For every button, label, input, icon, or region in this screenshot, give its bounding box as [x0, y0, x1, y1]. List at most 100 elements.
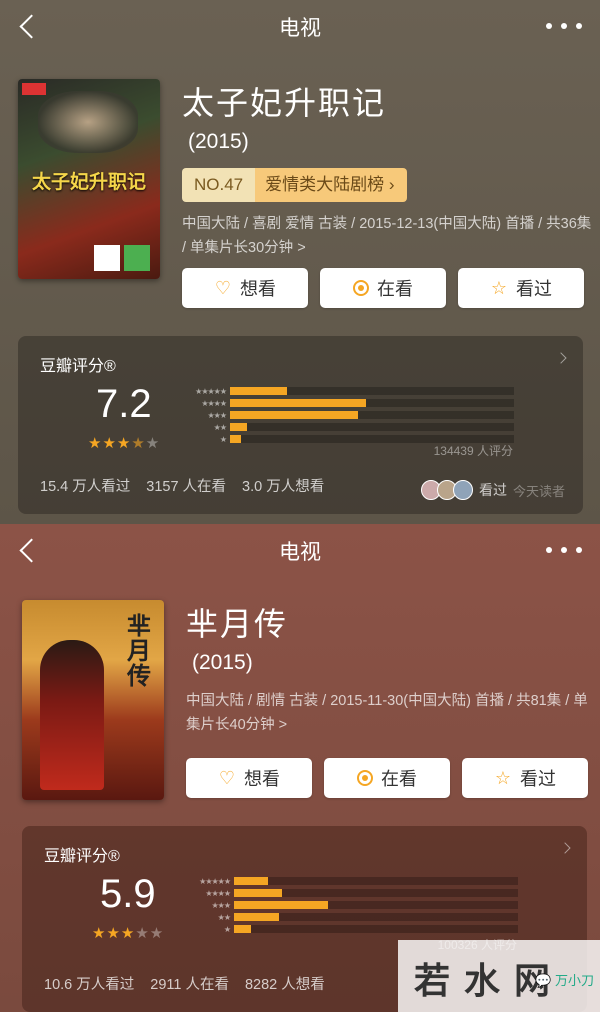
star-level-icon: ★★★★★: [195, 386, 227, 396]
bar-track: [230, 423, 514, 431]
poster-image[interactable]: 芈月传: [22, 600, 164, 800]
show-title: 芈月传: [186, 606, 289, 642]
watching-label: 在看: [377, 279, 413, 299]
rating-bar-3-star: ★★★: [182, 900, 518, 910]
watermark-logo: 💬 万小刀: [535, 973, 594, 988]
nav-title: 电视: [279, 17, 321, 40]
watched-label: 看过: [516, 279, 552, 299]
show-title: 太子妃升职记: [182, 85, 387, 121]
rating-distribution: ★★★★★ ★★★★ ★★★ ★★ ★: [178, 386, 514, 446]
rating-bar-5-star: ★★★★★: [182, 876, 518, 886]
bar-fill: [230, 387, 287, 395]
friends-label: 看过: [478, 482, 507, 498]
avatar: [452, 480, 473, 500]
target-icon: [353, 280, 369, 296]
show-meta[interactable]: 中国大陆 / 喜剧 爱情 古装 / 2015-12-13(中国大陆) 首播 / …: [182, 212, 592, 260]
poster-badge: [22, 83, 46, 95]
show-info: 芈月传 (2015) 中国大陆 / 剧情 古装 / 2015-11-30(中国大…: [186, 599, 596, 737]
watched-button[interactable]: ☆ 看过: [462, 758, 588, 798]
bar-track: [234, 913, 518, 921]
watching-count: 2911 人在看: [150, 977, 229, 993]
bar-fill: [234, 925, 252, 933]
bar-track: [234, 901, 518, 909]
poster-image[interactable]: 太子妃升职记: [18, 79, 160, 279]
rating-count: 134439 人评分: [433, 444, 513, 458]
star-icon: ☆: [490, 278, 508, 298]
star-level-icon: ★★★★★: [199, 876, 231, 886]
star-icon: ☆: [494, 768, 512, 788]
rating-label: 豆瓣评分®: [40, 358, 116, 375]
rating-bar-2-star: ★★: [182, 912, 518, 922]
show-year: (2015): [188, 130, 249, 153]
watching-button[interactable]: 在看: [320, 268, 446, 308]
bar-fill: [234, 913, 280, 921]
nav-title: 电视: [279, 541, 321, 564]
rating-bar-1-star: ★: [182, 924, 518, 934]
action-buttons: ♡ 想看 在看 ☆ 看过: [186, 758, 588, 798]
more-icon[interactable]: [546, 14, 582, 38]
star-level-icon: ★: [223, 924, 231, 934]
rank-badge[interactable]: NO.47 爱情类大陆剧榜 ›: [182, 168, 407, 202]
poster-qr-code: [94, 245, 120, 271]
bar-fill: [230, 399, 367, 407]
star-level-icon: ★★: [217, 912, 231, 922]
rating-bar-3-star: ★★★: [178, 410, 514, 420]
watched-button[interactable]: ☆ 看过: [458, 268, 584, 308]
want-button[interactable]: ♡ 想看: [182, 268, 308, 308]
poster-title: 太子妃升职记: [31, 172, 146, 193]
heart-plus-icon: ♡: [218, 768, 236, 788]
target-icon: [357, 770, 373, 786]
bar-fill: [230, 411, 358, 419]
star-level-icon: ★★★: [207, 410, 227, 420]
poster-cast-art: [38, 91, 138, 153]
star-level-icon: ★★★★: [201, 398, 227, 408]
nav-bar: 电视: [0, 524, 600, 576]
more-icon[interactable]: [546, 538, 582, 562]
bar-track: [230, 399, 514, 407]
watched-label: 看过: [520, 769, 556, 789]
rating-bar-4-star: ★★★★: [182, 888, 518, 898]
heart-plus-icon: ♡: [214, 278, 232, 298]
rating-bar-2-star: ★★: [178, 422, 514, 432]
bar-track: [234, 889, 518, 897]
watermark: 若水网 💬 万小刀: [398, 940, 600, 1012]
star-level-icon: ★★: [213, 422, 227, 432]
bar-fill: [234, 901, 328, 909]
rating-bar-5-star: ★★★★★: [178, 386, 514, 396]
friends-activity[interactable]: 看过 今天读者: [420, 480, 565, 500]
watching-button[interactable]: 在看: [324, 758, 450, 798]
watching-count: 3157 人在看: [146, 479, 227, 495]
bar-track: [234, 925, 518, 933]
rank-number: NO.47: [182, 168, 256, 202]
nav-bar: 电视: [0, 0, 600, 52]
star-level-icon: ★★★: [211, 900, 231, 910]
poster-figure-art: [40, 640, 104, 790]
bar-fill: [230, 435, 242, 443]
bar-fill: [230, 423, 248, 431]
want-count: 8282 人想看: [244, 977, 325, 993]
star-level-icon: ★: [219, 434, 227, 444]
chevron-right-icon: [559, 842, 571, 854]
show-year: (2015): [192, 651, 253, 674]
action-buttons: ♡ 想看 在看 ☆ 看过: [182, 268, 584, 308]
rating-distribution: ★★★★★ ★★★★ ★★★ ★★ ★: [182, 876, 518, 936]
rating-stars: ★★★★★: [92, 925, 165, 942]
bar-track: [230, 387, 514, 395]
want-button[interactable]: ♡ 想看: [186, 758, 312, 798]
rank-category: 爱情类大陆剧榜 ›: [255, 168, 407, 202]
show-meta[interactable]: 中国大陆 / 剧情 古装 / 2015-11-30(中国大陆) 首播 / 共81…: [186, 689, 596, 737]
bar-fill: [234, 889, 283, 897]
rating-card[interactable]: 豆瓣评分® 7.2 ★★★★★ ★★★★★ ★★★★ ★★★ ★★ ★ 134439 人…: [18, 336, 583, 514]
rating-bar-4-star: ★★★★: [178, 398, 514, 408]
watching-label: 在看: [381, 769, 417, 789]
friend-avatars: [420, 480, 473, 500]
show-info: 太子妃升职记 (2015) NO.47 爱情类大陆剧榜 › 中国大陆 / 喜剧 …: [182, 78, 592, 260]
screen-tv-detail-1: 电视 太子妃升职记 太子妃升职记 (2015) NO.47 爱情类大陆剧榜 › …: [0, 0, 600, 524]
chevron-right-icon: [555, 352, 567, 364]
friends-time: 今天读者: [512, 483, 565, 499]
star-level-icon: ★★★★: [205, 888, 231, 898]
watched-count: 15.4 万人看过: [40, 479, 131, 495]
rating-label: 豆瓣评分®: [44, 848, 120, 865]
want-label: 想看: [240, 279, 276, 299]
bar-fill: [234, 877, 269, 885]
